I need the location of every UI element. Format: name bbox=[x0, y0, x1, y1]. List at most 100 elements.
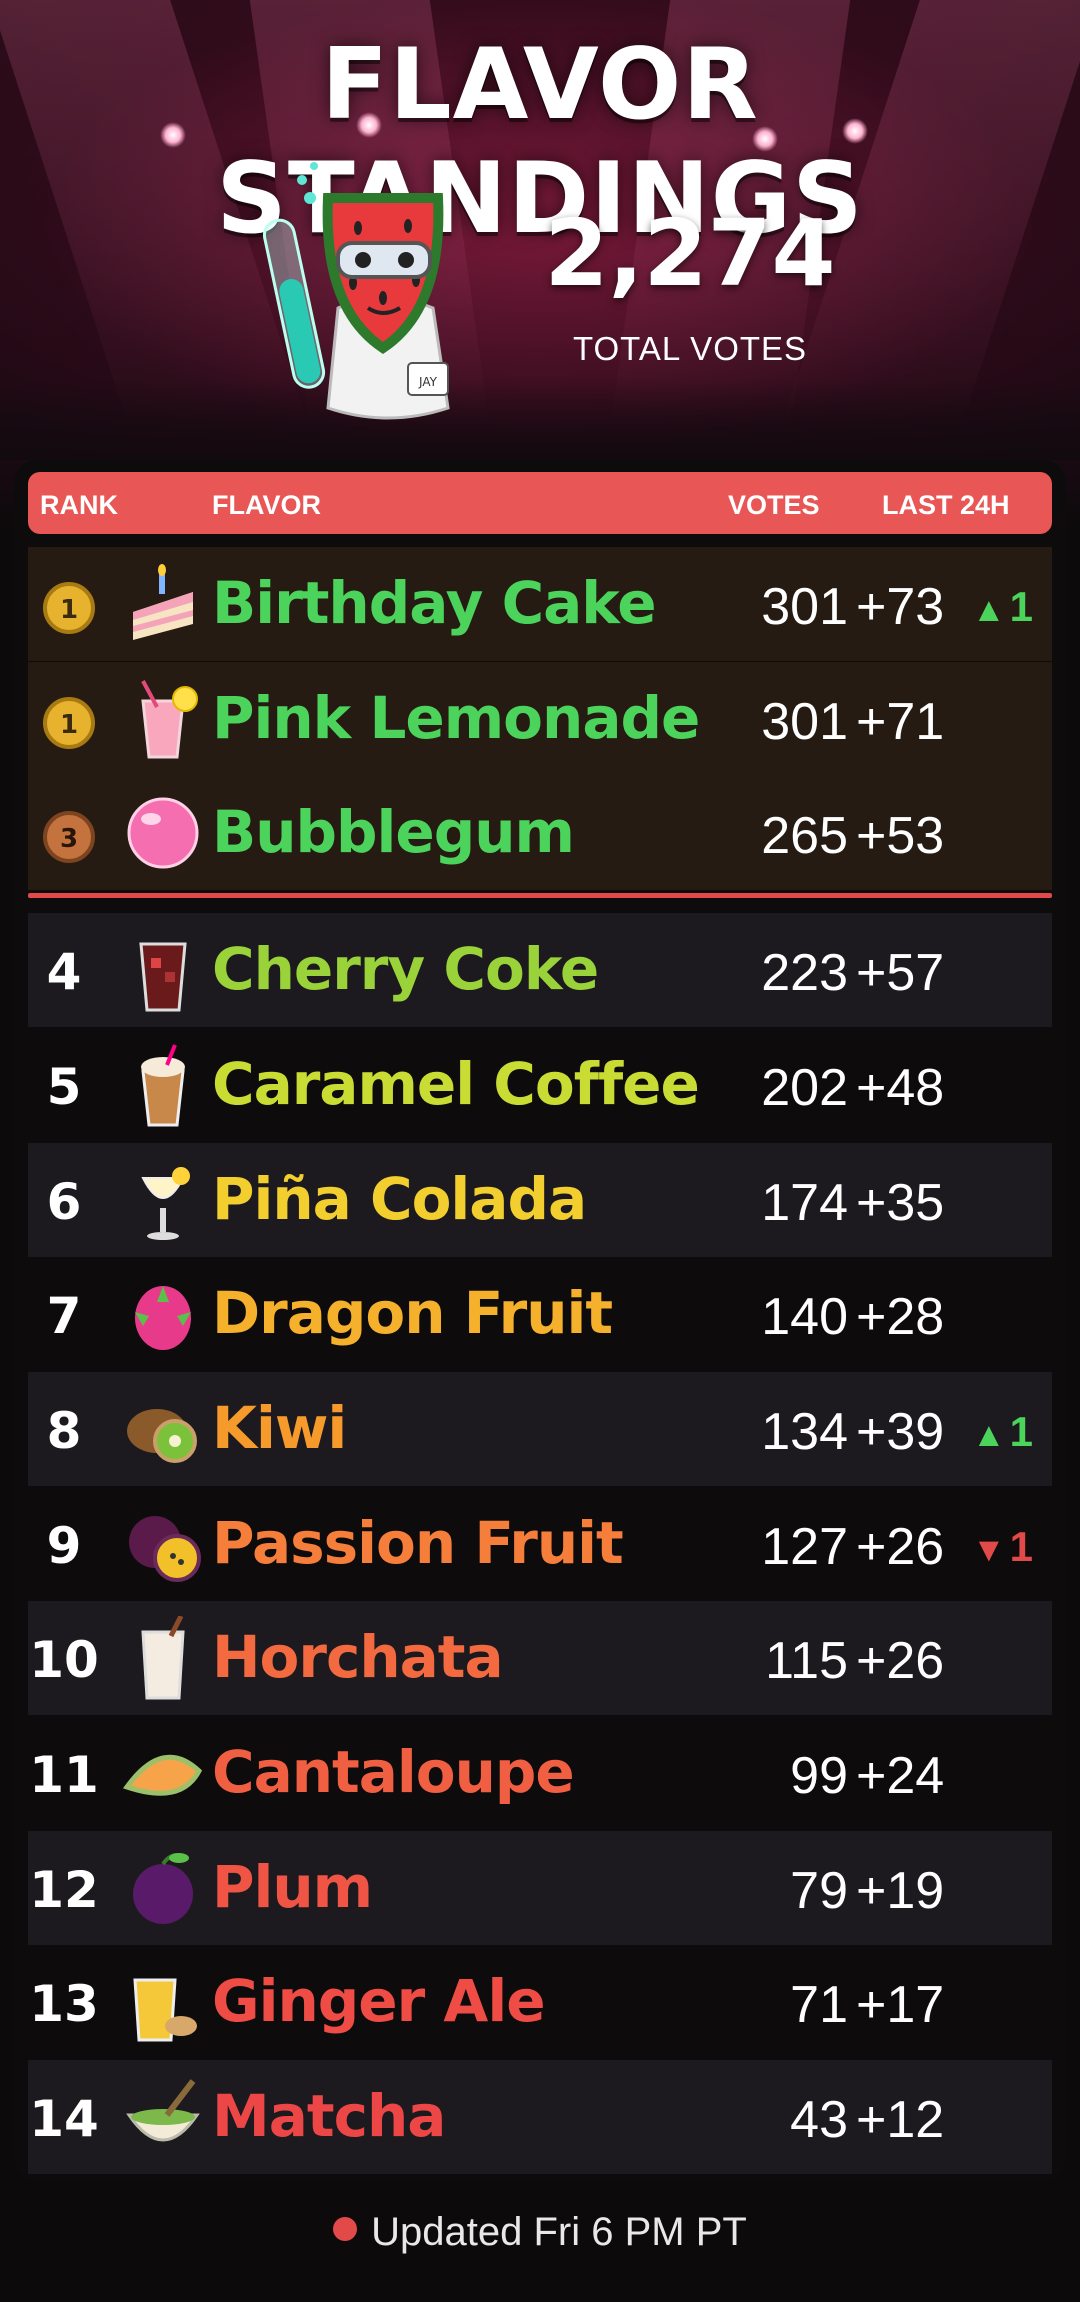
vote-count: 99 bbox=[790, 1747, 848, 1805]
vote-count: 79 bbox=[790, 1862, 848, 1920]
ginger-ale-icon bbox=[133, 1978, 197, 2042]
flavor-name: Cherry Coke bbox=[212, 935, 599, 1003]
arrow-up-icon: ▲ bbox=[972, 1416, 1006, 1454]
total-votes-label: TOTAL VOTES bbox=[572, 330, 808, 367]
rank-number: 13 bbox=[29, 1975, 99, 2033]
flavor-name: Horchata bbox=[212, 1623, 504, 1691]
horchata-icon bbox=[141, 1616, 185, 1700]
column-header-votes: VOTES bbox=[728, 490, 820, 520]
crowd-silhouette bbox=[0, 380, 1080, 460]
bronze-medal-badge: 3 bbox=[43, 811, 95, 863]
column-header-last24h: LAST 24H bbox=[882, 490, 1010, 520]
rank-change-amount: 1 bbox=[1009, 583, 1034, 630]
leaderboard-row[interactable]: 10 Horchata 115 +26 bbox=[28, 1601, 1052, 1715]
rank-number: 8 bbox=[46, 1402, 82, 1460]
flavor-name: Caramel Coffee bbox=[212, 1050, 700, 1118]
lemonade-icon bbox=[141, 680, 198, 759]
flavor-name: Plum bbox=[212, 1853, 373, 1921]
rank-change-amount: 1 bbox=[1009, 1408, 1034, 1455]
rank-number: 10 bbox=[29, 1631, 99, 1689]
matcha-icon bbox=[126, 2079, 200, 2142]
rank-number: 9 bbox=[46, 1517, 82, 1575]
votes-last-24h: +39 bbox=[856, 1403, 945, 1461]
leaderboard-row[interactable]: 11 Cantaloupe 99 +24 bbox=[28, 1716, 1052, 1830]
vote-count: 202 bbox=[761, 1059, 848, 1117]
rank-number: 5 bbox=[46, 1058, 82, 1116]
iced-coffee-icon bbox=[141, 1044, 185, 1127]
leaderboard-row[interactable]: 1 Birthday Cake 301 +73 ▲1 bbox=[28, 547, 1052, 661]
vote-count: 301 bbox=[761, 578, 848, 636]
passion-fruit-icon bbox=[129, 1516, 201, 1582]
gold-medal-badge: 1 bbox=[43, 582, 95, 634]
vote-count: 43 bbox=[790, 2091, 848, 2149]
rank-number: 14 bbox=[29, 2090, 99, 2148]
flavor-name: Birthday Cake bbox=[212, 569, 657, 637]
rank-change-amount: 1 bbox=[1009, 1523, 1034, 1570]
update-status: Updated Fri 6 PM PT bbox=[0, 2210, 1080, 2255]
votes-last-24h: +24 bbox=[856, 1747, 945, 1805]
flavor-name: Matcha bbox=[212, 2082, 446, 2150]
mascot-badge: JAY bbox=[418, 375, 438, 389]
vote-count: 301 bbox=[761, 693, 848, 751]
vote-count: 115 bbox=[765, 1632, 848, 1690]
leaderboard-row[interactable]: 13 Ginger Ale 71 +17 bbox=[28, 1945, 1052, 2059]
vote-count: 174 bbox=[761, 1174, 848, 1232]
watermelon-scientist-mascot: JAY bbox=[262, 162, 450, 420]
leaderboard-row[interactable]: 3 Bubblegum 265 +53 bbox=[28, 776, 1052, 890]
vote-count: 140 bbox=[761, 1288, 848, 1346]
leaderboard-row[interactable]: 14 Matcha 43 +12 bbox=[28, 2060, 1052, 2174]
rank-down-indicator: ▼1 bbox=[972, 1523, 1052, 1571]
cola-glass-icon bbox=[139, 942, 187, 1012]
arrow-down-icon: ▼ bbox=[972, 1531, 1006, 1569]
dragon-fruit-icon bbox=[135, 1286, 191, 1350]
live-indicator-dot bbox=[333, 2217, 358, 2241]
votes-last-24h: +26 bbox=[856, 1518, 945, 1576]
leaderboard-row[interactable]: 6 Piña Colada 174 +35 bbox=[28, 1143, 1052, 1257]
leaderboard-row[interactable]: 5 Caramel Coffee 202 +48 bbox=[28, 1028, 1052, 1142]
plum-icon bbox=[133, 1853, 193, 1924]
rank-number: 12 bbox=[29, 1861, 99, 1919]
vote-count: 223 bbox=[761, 944, 848, 1002]
flavor-name: Pink Lemonade bbox=[212, 684, 700, 752]
votes-last-24h: +17 bbox=[856, 1976, 945, 2034]
votes-last-24h: +73 bbox=[856, 578, 945, 636]
leaderboard-header: RANK FLAVOR VOTES LAST 24H bbox=[28, 472, 1052, 534]
leaderboard-row[interactable]: 4 Cherry Coke 223 +57 bbox=[28, 913, 1052, 1027]
votes-last-24h: +28 bbox=[856, 1288, 945, 1346]
pina-colada-icon bbox=[141, 1167, 190, 1240]
leaderboard-row[interactable]: 9 Passion Fruit 127 +26 ▼1 bbox=[28, 1487, 1052, 1601]
rank-number: 7 bbox=[46, 1287, 82, 1345]
flavor-name: Ginger Ale bbox=[212, 1967, 546, 2035]
leaderboard-row[interactable]: 7 Dragon Fruit 140 +28 bbox=[28, 1257, 1052, 1371]
flavor-name: Kiwi bbox=[212, 1394, 347, 1462]
vote-count: 134 bbox=[761, 1403, 848, 1461]
rank-number: 4 bbox=[46, 943, 82, 1001]
bubblegum-icon bbox=[127, 797, 199, 869]
leaderboard-row[interactable]: 12 Plum 79 +19 bbox=[28, 1831, 1052, 1945]
updated-text: Updated Fri 6 PM PT bbox=[371, 2210, 747, 2254]
votes-last-24h: +12 bbox=[856, 2091, 945, 2149]
podium-divider bbox=[28, 893, 1052, 898]
votes-last-24h: +19 bbox=[856, 1862, 945, 1920]
vote-count: 265 bbox=[761, 807, 848, 865]
flavor-name: Passion Fruit bbox=[212, 1509, 624, 1577]
flavor-name: Dragon Fruit bbox=[212, 1279, 613, 1347]
leaderboard-row[interactable]: 8 Kiwi 134 +39 ▲1 bbox=[28, 1372, 1052, 1486]
rank-number: 11 bbox=[29, 1746, 99, 1804]
vote-count: 71 bbox=[790, 1976, 848, 2034]
rank-up-indicator: ▲1 bbox=[972, 583, 1052, 631]
cake-icon bbox=[133, 564, 193, 640]
total-votes-value: 2,274 bbox=[544, 200, 836, 307]
flavor-name: Cantaloupe bbox=[212, 1738, 575, 1806]
cantaloupe-icon bbox=[122, 1754, 203, 1796]
rank-up-indicator: ▲1 bbox=[972, 1408, 1052, 1456]
column-header-flavor: FLAVOR bbox=[212, 490, 321, 520]
votes-last-24h: +48 bbox=[856, 1059, 945, 1117]
votes-last-24h: +57 bbox=[856, 944, 945, 1002]
flavor-name: Bubblegum bbox=[212, 798, 575, 866]
kiwi-icon bbox=[127, 1409, 197, 1463]
rank-number: 6 bbox=[46, 1173, 82, 1231]
votes-last-24h: +35 bbox=[856, 1174, 945, 1232]
gold-medal-badge: 1 bbox=[43, 697, 95, 749]
leaderboard-row[interactable]: 1 Pink Lemonade 301 +71 bbox=[28, 662, 1052, 776]
